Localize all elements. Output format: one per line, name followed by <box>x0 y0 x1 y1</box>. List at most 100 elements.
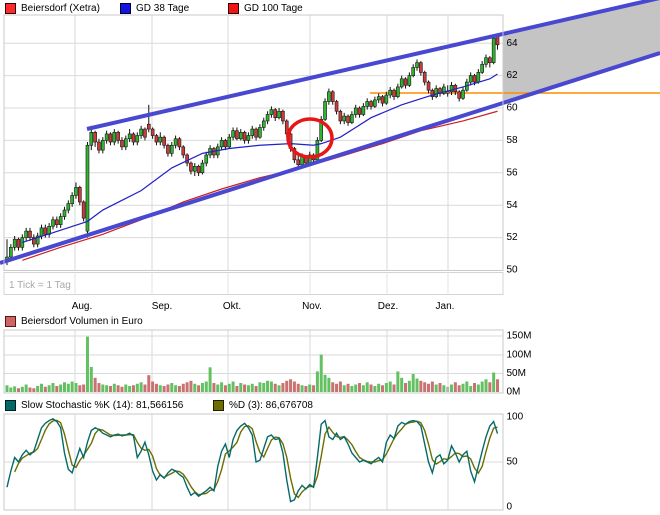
volume-bar <box>312 385 316 392</box>
volume-bar <box>350 386 354 392</box>
candle-body <box>162 136 166 146</box>
candle-body <box>384 94 389 104</box>
volume-bar <box>105 385 109 392</box>
volume-bar <box>396 371 400 392</box>
chart-page: 64 62 60 58 56 54 52 50 150M 100M 50M 0M 100 50 0 Aug. S… <box>0 0 660 515</box>
candle-body <box>338 110 343 122</box>
candle-body <box>281 110 285 122</box>
volume-bar <box>193 383 197 392</box>
volume-bar <box>430 381 434 392</box>
volume-bar <box>365 382 369 392</box>
candle-body <box>196 166 201 174</box>
candle-body <box>273 109 278 119</box>
volume-bar <box>5 385 9 392</box>
candle-body <box>246 135 251 141</box>
candle-body <box>361 106 366 115</box>
volume-bar <box>212 383 216 392</box>
volume-bar <box>450 384 454 392</box>
volume-y-tick-label: 100M <box>507 350 532 361</box>
volume-bar <box>47 385 51 392</box>
volume-bar <box>135 383 139 392</box>
main-panel-border <box>3 14 504 271</box>
volume-bar <box>166 384 170 392</box>
candle-body <box>112 132 117 143</box>
candle-body <box>476 72 481 83</box>
stochastic-y-tick-label: 100 <box>507 412 524 423</box>
main-y-tick-label: 58 <box>507 135 519 146</box>
candle-body <box>12 238 17 248</box>
main-y-tick-label: 50 <box>507 265 519 276</box>
candle-body <box>192 166 197 172</box>
candle-body <box>166 144 170 154</box>
volume-bar <box>250 383 254 392</box>
candle-body <box>39 227 44 237</box>
candle-body <box>434 88 438 97</box>
candle-body <box>62 209 67 217</box>
legend-main-beiersdorf: Beiersdorf (Xetra) <box>5 3 100 14</box>
volume-bar <box>89 366 93 392</box>
volume-bar <box>442 385 446 392</box>
volume-bar <box>143 384 147 392</box>
candle-body <box>146 123 151 130</box>
volume-bar <box>20 386 24 392</box>
beiersdorf-series-swatch <box>5 3 16 14</box>
candle-body <box>461 89 465 99</box>
candle-body <box>365 101 370 107</box>
volume-bar <box>78 385 82 392</box>
volume-bar <box>427 383 431 392</box>
candle-body <box>296 159 301 165</box>
volume-bar <box>254 386 258 392</box>
candle-body <box>116 132 120 141</box>
volume-bar <box>480 381 484 392</box>
stochastic-k-swatch <box>5 400 16 411</box>
volume-panel-border <box>3 329 504 394</box>
candle-body <box>81 201 86 219</box>
month-label: Jan. <box>436 301 455 312</box>
candle-body <box>334 101 339 112</box>
volume-bar <box>51 383 55 392</box>
volume-bar <box>358 383 362 392</box>
volume-bar <box>446 386 450 392</box>
candle-body <box>150 128 155 136</box>
volume-bar <box>292 381 296 392</box>
volume-bar <box>381 385 385 392</box>
candle-body <box>43 227 48 235</box>
candle-body <box>139 128 143 136</box>
volume-bar <box>469 386 473 392</box>
candle-body <box>258 127 262 138</box>
volume-bar <box>434 384 438 392</box>
candle-body <box>357 107 362 115</box>
volume-bar <box>473 383 477 392</box>
volume-bar <box>181 383 185 392</box>
volume-bar <box>59 384 63 392</box>
legend-stochastic-k-label: Slow Stochastic %K (14): 81,566156 <box>21 400 184 411</box>
volume-bar <box>131 385 135 392</box>
main-y-tick-label: 64 <box>507 38 519 49</box>
volume-bar <box>415 378 419 392</box>
volume-bar <box>315 371 319 392</box>
volume-bar <box>174 385 178 392</box>
candle-body <box>131 133 136 143</box>
legend-volume: Beiersdorf Volumen in Euro <box>5 316 143 327</box>
volume-bar <box>411 374 415 392</box>
volume-bar <box>235 386 239 392</box>
candle-body <box>78 187 82 203</box>
volume-bar <box>82 384 86 392</box>
volume-bar <box>16 388 20 392</box>
volume-bar <box>147 375 151 392</box>
candle-body <box>200 162 205 174</box>
candle-body <box>173 138 178 146</box>
candle-body <box>250 128 255 136</box>
candle-body <box>9 247 13 258</box>
legend-gd100-label: GD 100 Tage <box>244 3 303 14</box>
volume-bar <box>323 374 327 392</box>
volume-bar <box>74 383 78 392</box>
volume-bar <box>457 385 461 392</box>
candle-body <box>238 132 243 140</box>
month-label: Dez. <box>378 301 399 312</box>
candle-body <box>411 67 415 76</box>
volume-bar <box>369 384 373 392</box>
volume-bar <box>177 386 181 392</box>
candle-body <box>254 128 258 138</box>
tick-strip <box>3 272 504 295</box>
